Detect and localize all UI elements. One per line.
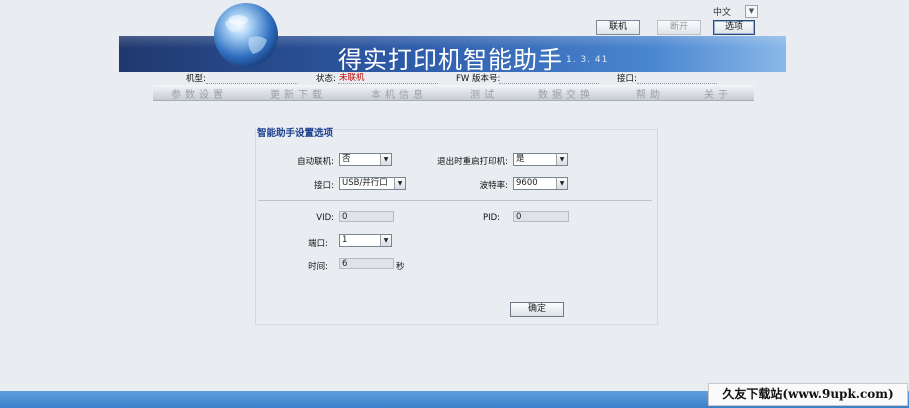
app-version: 1. 3. 41 [566,55,609,65]
chevron-down-icon: ▼ [556,154,567,165]
ok-button[interactable]: 确定 [510,302,564,317]
model-label: 机型: [186,74,206,84]
tab-params[interactable]: 参数设置 [171,86,227,101]
chevron-down-icon[interactable]: ▼ [745,5,758,18]
baud-rate-label: 波特率: [479,181,508,191]
com-port-select[interactable]: 1 ▼ [339,234,392,247]
divider [258,200,652,201]
auto-connect-label: 自动联机: [297,157,334,167]
status-label: 状态: [316,74,336,84]
chevron-down-icon: ▼ [380,235,391,246]
chevron-down-icon: ▼ [556,178,567,189]
fw-version-label: FW 版本号: [456,74,501,84]
chevron-down-icon: ▼ [380,154,391,165]
port-label: 接口: [617,74,637,84]
options-button[interactable]: 选项 [713,20,755,35]
status-value: 未联机 [339,73,365,83]
restart-on-exit-label: 退出时重启打印机: [437,157,508,167]
time-unit: 秒 [396,262,405,272]
interface-select[interactable]: USB/并行口 ▼ [339,177,406,190]
tab-update[interactable]: 更新下载 [270,86,326,101]
tab-help[interactable]: 帮助 [636,86,664,101]
tab-about[interactable]: 关于 [704,86,732,101]
panel-title: 智能助手设置选项 [256,125,335,139]
interface-label: 接口: [314,181,334,191]
tab-test[interactable]: 测试 [470,86,498,101]
com-port-label: 端口: [308,239,328,249]
auto-connect-select[interactable]: 否 ▼ [339,153,392,166]
tab-data-exchange[interactable]: 数据交换 [538,86,594,101]
pid-field[interactable]: 0 [513,211,569,222]
connect-button[interactable]: 联机 [596,20,640,35]
restart-on-exit-select[interactable]: 是 ▼ [513,153,568,166]
vid-label: VID: [316,213,334,223]
time-field[interactable]: 6 [339,258,394,269]
vid-field[interactable]: 0 [339,211,394,222]
nav-bar: 参数设置 更新下载 本机信息 测试 数据交换 帮助 关于 [153,85,754,101]
app-title: 得实打印机智能助手 [338,46,563,74]
watermark: 久友下载站(www.9upk.com) [708,383,908,406]
time-label: 时间: [308,262,328,272]
tab-device-info[interactable]: 本机信息 [371,86,427,101]
pid-label: PID: [482,213,500,223]
disconnect-button[interactable]: 断开 [657,20,701,35]
globe-icon [214,3,278,67]
chevron-down-icon: ▼ [394,178,405,189]
language-selector[interactable]: 中文 ▼ [709,5,759,18]
baud-rate-select[interactable]: 9600 ▼ [513,177,568,190]
language-value: 中文 [713,8,732,18]
